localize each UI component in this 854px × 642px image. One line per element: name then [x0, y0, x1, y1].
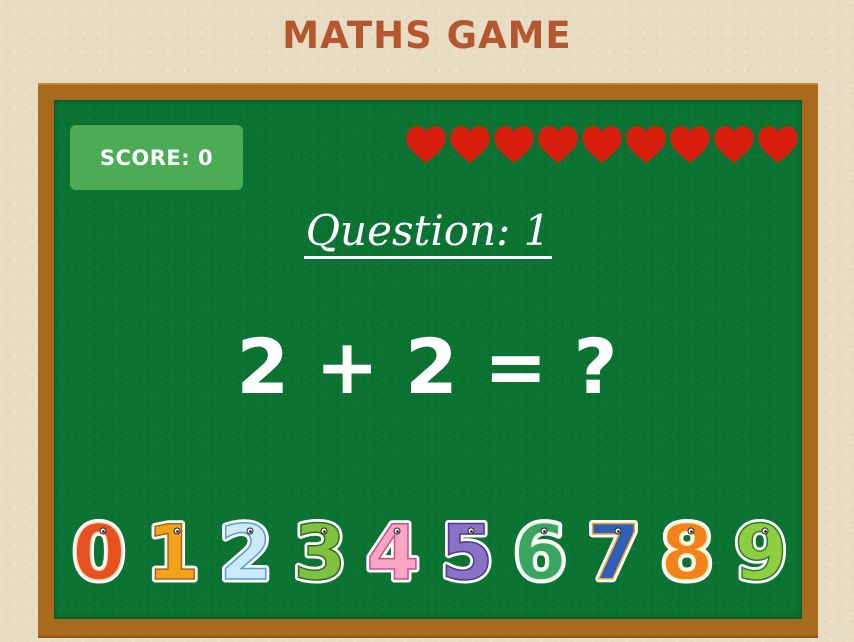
answer-button-3[interactable]: 33 [290, 505, 350, 601]
equals-sign: = [483, 322, 550, 411]
answer-digit-label: 4 [367, 508, 420, 597]
fox-zero-icon: 00 [69, 505, 129, 601]
answer-digit-label: 5 [440, 508, 493, 597]
crocodile-nine-icon: 99 [731, 505, 791, 601]
giraffe-one-icon: 11 [143, 505, 203, 601]
equation: 2 +2 =? [54, 322, 802, 412]
question-label: Question: 1 [303, 206, 553, 259]
heart-icon [582, 126, 622, 163]
question-heading: Question: 1 [54, 206, 802, 259]
answer-button-9[interactable]: 99 [731, 505, 791, 601]
heart-icon [714, 126, 754, 163]
heart-icon [406, 126, 446, 163]
heart-icon [626, 126, 666, 163]
seahorse-five-icon: 55 [437, 505, 497, 601]
operand-a: 2 [236, 322, 292, 411]
operand-b: 2 [404, 322, 460, 411]
heart-icon [450, 126, 490, 163]
heart-icon [758, 126, 798, 163]
chalkboard: SCORE: 0 Question: 1 2 +2 =? 0011223344556… [54, 100, 802, 619]
answer-digit-label: 7 [587, 508, 640, 597]
game-title: MATHS GAME [282, 14, 572, 57]
answer-digit-label: 1 [146, 508, 199, 597]
answer-button-7[interactable]: 77 [584, 505, 644, 601]
answer-button-1[interactable]: 11 [143, 505, 203, 601]
answer-digit-label: 9 [734, 508, 787, 597]
owl-eight-icon: 88 [657, 505, 717, 601]
answer-digit-label: 3 [293, 508, 346, 597]
flamingo-four-icon: 44 [363, 505, 423, 601]
answer-button-6[interactable]: 66 [510, 505, 570, 601]
heart-icon [670, 126, 710, 163]
answer-digit-label: 2 [220, 508, 273, 597]
unknown-answer: ? [573, 322, 620, 411]
answer-digit-label: 6 [514, 508, 567, 597]
answer-button-2[interactable]: 22 [216, 505, 276, 601]
heart-icon [538, 126, 578, 163]
lives-bar [406, 126, 798, 166]
snake-six-icon: 66 [510, 505, 570, 601]
answer-digit-row: 00112233445566778899 [69, 505, 791, 601]
caterpillar-three-icon: 33 [290, 505, 350, 601]
answer-button-0[interactable]: 00 [69, 505, 129, 601]
answer-digit-label: 8 [661, 508, 714, 597]
toucan-seven-icon: 77 [584, 505, 644, 601]
answer-digit-label: 0 [73, 508, 126, 597]
heart-icon [494, 126, 534, 163]
chalkboard-frame: SCORE: 0 Question: 1 2 +2 =? 0011223344556… [38, 83, 818, 638]
answer-button-5[interactable]: 55 [437, 505, 497, 601]
answer-button-4[interactable]: 44 [363, 505, 423, 601]
score-display: SCORE: 0 [70, 125, 243, 190]
answer-button-8[interactable]: 88 [657, 505, 717, 601]
operator: + [315, 322, 381, 411]
swan-two-icon: 22 [216, 505, 276, 601]
